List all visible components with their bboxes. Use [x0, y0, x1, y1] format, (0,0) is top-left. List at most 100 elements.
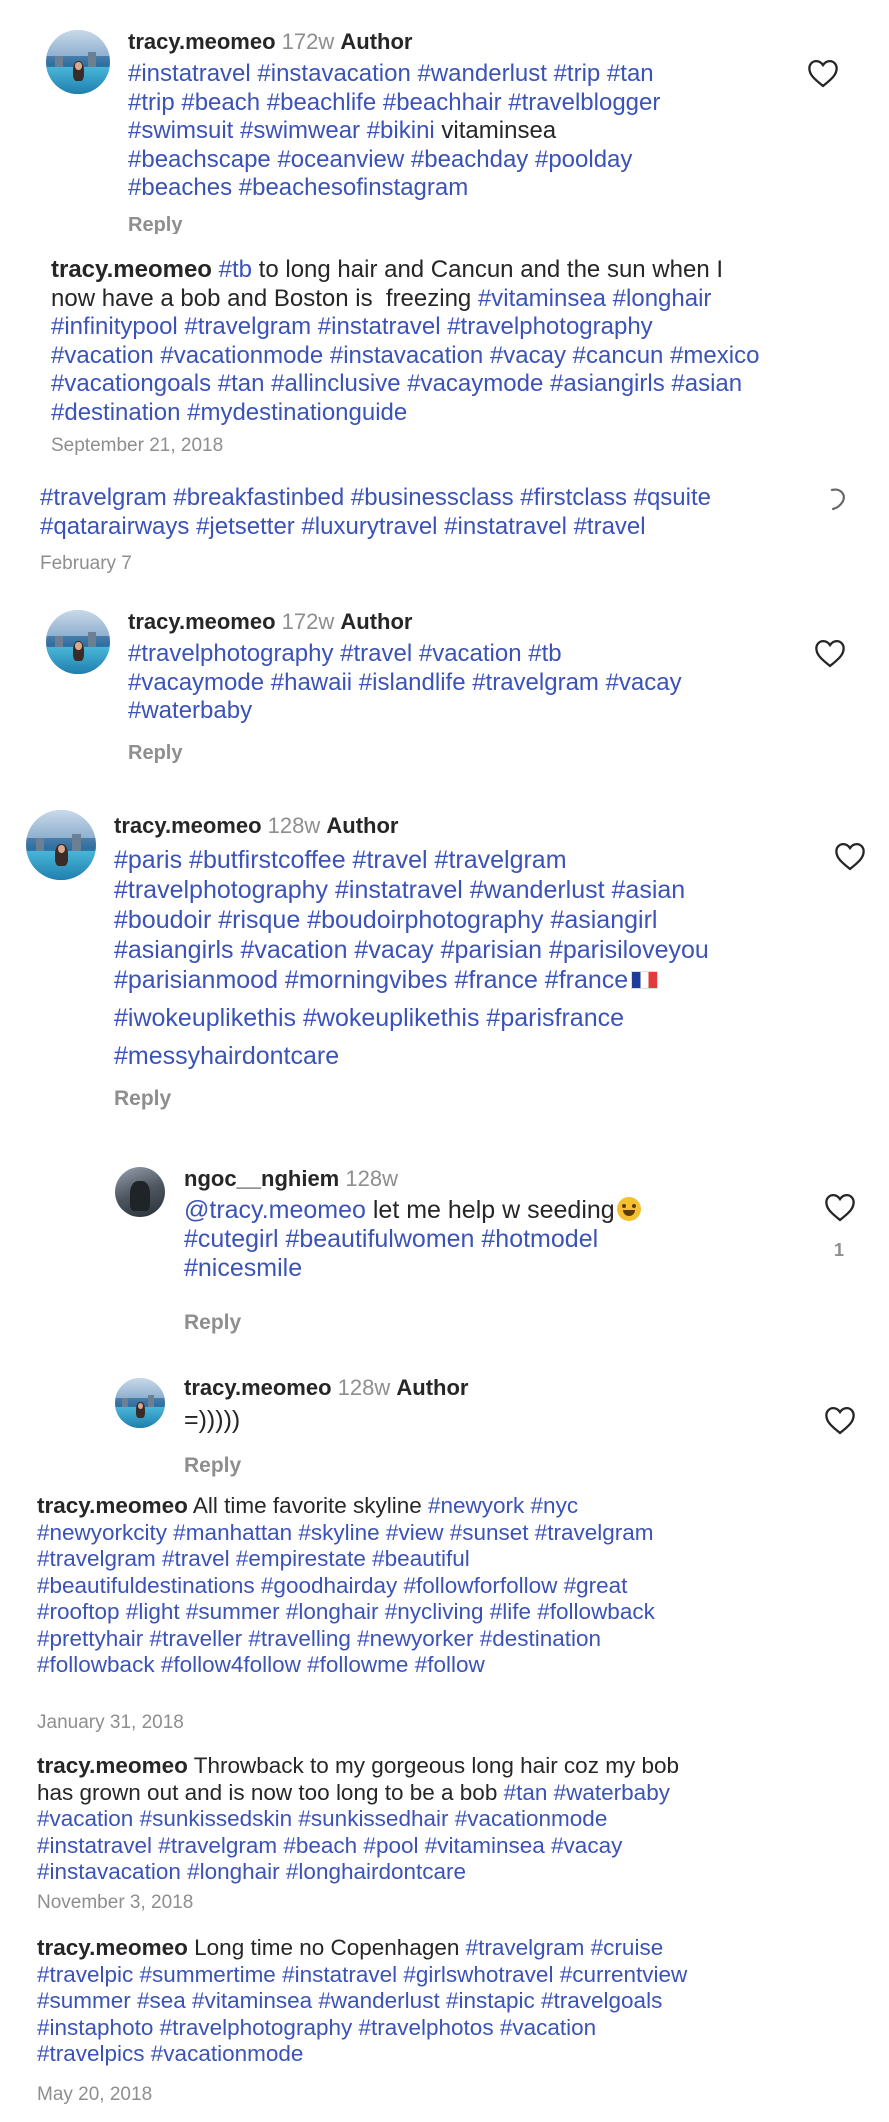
hashtags[interactable]: #iwokeuplikethis #wokeuplikethis #parisf… — [114, 1004, 624, 1032]
comment-plain-text: Throwback to my gorgeous long hair coz m… — [187, 1753, 679, 1778]
author-badge: Author — [340, 609, 413, 634]
text-line: #instatravel #instavacation #wanderlust … — [128, 60, 808, 89]
reply-button[interactable]: Reply — [114, 1087, 171, 1111]
hashtags[interactable]: #cutegirl #beautifulwomen #hotmodel — [184, 1225, 598, 1253]
hashtags[interactable]: #prettyhair #traveller #travelling #newy… — [37, 1626, 601, 1651]
username[interactable]: tracy.meomeo — [51, 256, 212, 283]
timestamp: 128w — [337, 1375, 391, 1400]
hashtags[interactable]: #tb — [219, 256, 252, 283]
post-date: November 3, 2018 — [37, 1892, 194, 1913]
heart-icon[interactable] — [823, 1405, 857, 1435]
comment-plain-text: now have a bob and Boston is freezing — [51, 284, 478, 312]
comment-header: tracy.meomeo 128w Author — [184, 1374, 468, 1402]
hashtags[interactable]: #destination #mydestinationguide — [51, 399, 407, 426]
text-line: #travelpics #vacationmode — [37, 2041, 857, 2068]
hashtags[interactable]: #infinitypool #travelgram #instatravel #… — [51, 313, 653, 340]
text-line: #infinitypool #travelgram #instatravel #… — [51, 313, 851, 342]
text-line: =))))) — [184, 1406, 804, 1435]
comment-header: tracy.meomeo 172w Author — [128, 608, 412, 636]
hashtags[interactable]: #travelphotography #instatravel #wanderl… — [114, 876, 685, 904]
hashtags[interactable]: #newyorkcity #manhattan #skyline #view #… — [37, 1520, 654, 1545]
hashtags[interactable]: #tan #waterbaby — [504, 1780, 670, 1805]
comment-header: ngoc__nghiem 128w — [184, 1165, 398, 1193]
hashtags[interactable]: #travelgram #breakfastinbed #businesscla… — [40, 484, 711, 511]
heart-icon[interactable] — [823, 1192, 857, 1222]
text-line: #boudoir #risque #boudoirphotography #as… — [114, 905, 834, 935]
reply-button[interactable]: Reply — [128, 742, 182, 765]
hashtags[interactable]: #boudoir #risque #boudoirphotography #as… — [114, 906, 657, 934]
heart-icon[interactable] — [806, 58, 840, 88]
hashtags[interactable]: #paris #butfirstcoffee #travel #travelgr… — [114, 846, 567, 874]
comment-header: tracy.meomeo 172w Author — [128, 28, 412, 56]
post-date: February 7 — [40, 553, 132, 574]
hashtags[interactable]: #newyork #nyc — [428, 1493, 578, 1518]
hashtags[interactable]: #vacation #vacationmode #instavacation #… — [51, 342, 759, 369]
hashtags[interactable]: #trip #beach #beachlife #beachhair #trav… — [128, 89, 660, 116]
reply-button[interactable]: Reply — [184, 1311, 241, 1335]
text-line: @tracy.meomeo let me help w seeding — [184, 1196, 804, 1225]
username[interactable]: ngoc__nghiem — [184, 1166, 339, 1191]
heart-icon[interactable] — [813, 638, 847, 668]
avatar[interactable] — [46, 610, 110, 674]
hashtags[interactable]: #vacaymode #hawaii #islandlife #travelgr… — [128, 669, 682, 696]
reply-button[interactable]: Reply — [184, 1454, 241, 1478]
avatar[interactable] — [46, 30, 110, 94]
hashtags[interactable]: #vitaminsea #longhair — [478, 285, 711, 312]
hashtags[interactable]: #waterbaby — [128, 697, 252, 724]
hashtags[interactable]: #qatarairways #jetsetter #luxurytravel #… — [40, 513, 646, 540]
hashtags[interactable]: #nicesmile — [184, 1254, 302, 1282]
comment-text: tracy.meomeo Long time no Copenhagen #tr… — [37, 1935, 857, 2068]
text-line: #parisianmood #morningvibes #france #fra… — [114, 965, 834, 995]
text-line: #cutegirl #beautifulwomen #hotmodel — [184, 1225, 804, 1254]
avatar[interactable] — [26, 810, 96, 880]
timestamp: 128w — [345, 1166, 398, 1191]
comment-plain-text: let me help w seeding — [365, 1196, 615, 1224]
hashtags[interactable]: #instavacation #longhair #longhairdontca… — [37, 1859, 466, 1884]
text-line: #instaphoto #travelphotography #travelph… — [37, 2015, 857, 2042]
hashtags[interactable]: #travelpics #vacationmode — [37, 2041, 303, 2066]
author-badge: Author — [396, 1375, 469, 1400]
username[interactable]: tracy.meomeo — [128, 609, 276, 634]
hashtags[interactable]: #followback #follow4follow #followme #fo… — [37, 1652, 485, 1677]
hashtags[interactable]: #travelgram #cruise — [466, 1935, 664, 1960]
hashtags[interactable]: #asiangirls #vacation #vacay #parisian #… — [114, 936, 709, 964]
username[interactable]: tracy.meomeo — [37, 1493, 188, 1518]
hashtags[interactable]: #travelphotography #travel #vacation #tb — [128, 640, 562, 667]
mention-link[interactable]: @tracy.meomeo — [184, 1196, 366, 1224]
hashtags[interactable]: #summer #sea #vitaminsea #wanderlust #in… — [37, 1988, 662, 2013]
text-line: tracy.meomeo All time favorite skyline #… — [37, 1493, 857, 1520]
avatar[interactable] — [115, 1167, 165, 1217]
username[interactable]: tracy.meomeo — [37, 1935, 188, 1960]
comment-plain-text: =))))) — [184, 1406, 241, 1434]
text-line: #instatravel #travelgram #beach #pool #v… — [37, 1833, 857, 1860]
hashtags[interactable]: #travelgram #travel #empirestate #beauti… — [37, 1546, 470, 1571]
username[interactable]: tracy.meomeo — [184, 1375, 332, 1400]
hashtags[interactable]: #swimsuit #swimwear #bikini — [128, 117, 435, 144]
heart-icon[interactable] — [833, 841, 867, 871]
comment-text: tracy.meomeo Throwback to my gorgeous lo… — [37, 1753, 857, 1886]
username[interactable]: tracy.meomeo — [37, 1753, 188, 1778]
hashtags[interactable]: #rooftop #light #summer #longhair #nycli… — [37, 1599, 655, 1624]
comment-text: =))))) — [184, 1406, 804, 1435]
text-line: #beautifuldestinations #goodhairday #fol… — [37, 1573, 857, 1600]
hashtags[interactable]: #instatravel #instavacation #wanderlust … — [128, 60, 654, 87]
comment-plain-text: vitaminsea — [434, 117, 557, 144]
username[interactable]: tracy.meomeo — [128, 29, 276, 54]
hashtags[interactable]: #vacationgoals #tan #allinclusive #vacay… — [51, 370, 742, 397]
hashtags[interactable]: #instaphoto #travelphotography #travelph… — [37, 2015, 596, 2040]
username[interactable]: tracy.meomeo — [114, 813, 262, 838]
text-line: #summer #sea #vitaminsea #wanderlust #in… — [37, 1988, 857, 2015]
hashtags[interactable]: #vacation #sunkissedskin #sunkissedhair … — [37, 1806, 607, 1831]
hashtags[interactable]: #beachscape #oceanview #beachday #poolda… — [128, 146, 632, 173]
hashtags[interactable]: #parisianmood #morningvibes #france #fra… — [114, 966, 628, 994]
reply-button[interactable]: Reply — [128, 214, 182, 234]
text-line: #vacationgoals #tan #allinclusive #vacay… — [51, 370, 851, 399]
hashtags[interactable]: #beaches #beachesofinstagram — [128, 174, 468, 201]
hashtags[interactable]: #beautifuldestinations #goodhairday #fol… — [37, 1573, 627, 1598]
comment-header: tracy.meomeo 128w Author — [114, 812, 398, 840]
avatar[interactable] — [115, 1378, 165, 1428]
hashtags[interactable]: #instatravel #travelgram #beach #pool #v… — [37, 1833, 622, 1858]
hashtags[interactable]: #messyhairdontcare — [114, 1042, 339, 1070]
grinning-squint-emoji-icon — [616, 1197, 641, 1221]
hashtags[interactable]: #travelpic #summertime #instatravel #gir… — [37, 1962, 687, 1987]
